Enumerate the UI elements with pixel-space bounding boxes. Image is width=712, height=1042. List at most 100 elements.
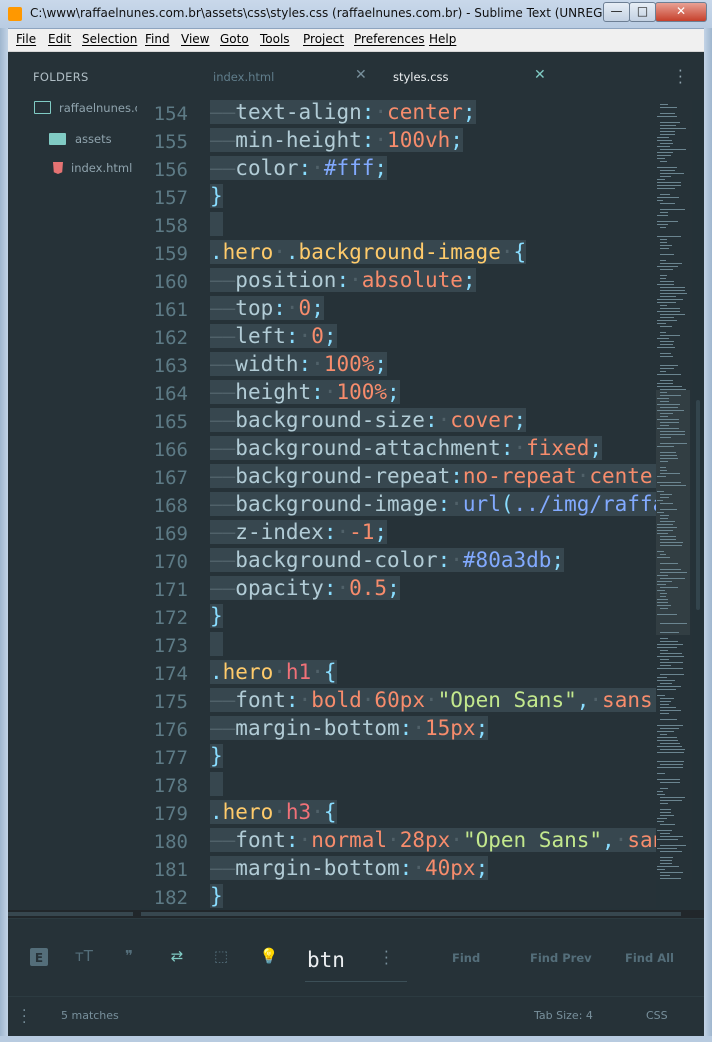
minimap-line <box>660 659 669 660</box>
minimap-line <box>657 419 679 420</box>
minimap-line <box>660 623 687 624</box>
maximize-button[interactable]: □ <box>629 2 656 22</box>
find-input[interactable] <box>305 939 407 982</box>
sidebar-scroll-thumb[interactable] <box>8 912 133 916</box>
minimap-line <box>660 194 670 195</box>
vertical-scrollbar[interactable] <box>692 100 704 910</box>
minimap-line <box>657 644 683 645</box>
minimap-line <box>660 875 670 876</box>
sidebar: FOLDERS ‹ › raffaelnunes.com.br assets i… <box>8 52 183 912</box>
menu-file[interactable]: File <box>16 32 36 46</box>
minimap-line <box>657 737 677 738</box>
minimap-line <box>660 212 668 213</box>
more-options-icon[interactable]: · · · <box>678 64 683 91</box>
minimap-line <box>660 641 678 642</box>
minimap-line <box>660 473 680 474</box>
menu-selection[interactable]: Selection <box>82 32 137 46</box>
find-all-button[interactable]: Find All <box>625 951 674 965</box>
whole-word-toggle[interactable]: ❞ <box>119 947 139 967</box>
menu-edit[interactable]: Edit <box>48 32 71 46</box>
minimap-line <box>657 866 679 867</box>
minimap-line <box>657 605 671 606</box>
minimap-line <box>657 830 672 831</box>
close-tab-icon[interactable]: ✕ <box>355 67 367 83</box>
line-number: 172 <box>153 607 188 629</box>
minimap-line <box>657 731 674 732</box>
minimap-line <box>660 764 683 765</box>
in-selection-toggle[interactable]: ⬚ <box>211 947 231 967</box>
match-count: 5 matches <box>61 1009 119 1022</box>
minimap-line <box>660 368 674 369</box>
wrap-toggle[interactable]: ⇄ <box>167 947 187 967</box>
highlight-matches-toggle[interactable]: 💡 <box>259 947 279 967</box>
find-prev-button[interactable]: Find Prev <box>530 951 592 965</box>
code-line: ——height:·100%; <box>210 380 400 404</box>
minimap-line <box>660 674 684 675</box>
code-line: ——background-color:·#80a3db; <box>210 548 565 572</box>
folder-icon <box>49 133 66 145</box>
menu-find[interactable]: Find <box>145 32 170 46</box>
minimap-line <box>657 818 667 819</box>
minimap-line <box>657 647 677 648</box>
minimap-line <box>660 863 672 864</box>
menu-tools[interactable]: Tools <box>260 32 290 46</box>
minimap-line <box>657 779 680 780</box>
minimize-button[interactable]: — <box>603 2 630 22</box>
code-line: ——text-align:·center; <box>210 100 476 124</box>
horizontal-scrollbar[interactable] <box>8 910 704 918</box>
line-number: 177 <box>153 747 188 769</box>
line-number: 154 <box>153 103 188 125</box>
minimap-line <box>660 239 667 240</box>
line-number: 176 <box>153 719 188 741</box>
code-line: .hero·h1·{ <box>210 660 337 684</box>
minimap-line <box>660 326 672 327</box>
minimap-line <box>660 803 668 804</box>
minimap-line <box>657 512 664 513</box>
editor-scroll-thumb[interactable] <box>141 912 681 916</box>
minimap-line <box>660 242 667 243</box>
minimap-line <box>657 167 677 168</box>
minimap[interactable] <box>656 100 692 880</box>
code-line: ——background-size:·cover; <box>210 408 527 432</box>
minimap-line <box>660 632 679 633</box>
line-number: 179 <box>153 803 188 825</box>
minimap-line <box>660 176 671 177</box>
find-button[interactable]: Find <box>452 951 480 965</box>
minimap-line <box>657 188 675 189</box>
minimap-line <box>660 425 669 426</box>
minimap-line <box>660 857 673 858</box>
minimap-line <box>660 797 685 798</box>
minimap-line <box>657 398 669 399</box>
code-line: ——position:·absolute; <box>210 268 476 292</box>
line-number: 161 <box>153 299 188 321</box>
more-options-icon[interactable]: · · · <box>384 945 389 972</box>
minimap-line <box>660 545 682 546</box>
menu-goto[interactable]: Goto <box>220 32 249 46</box>
minimap-line <box>660 305 667 306</box>
minimap-line <box>657 152 673 153</box>
syntax-label[interactable]: CSS <box>646 1009 668 1022</box>
minimap-line <box>657 428 679 429</box>
code-line: ——left:·0; <box>210 324 337 348</box>
status-bar: · · · 5 matches Tab Size: 4 CSS <box>8 996 704 1037</box>
sidebar-item-label: raffaelnunes.com.br <box>59 101 137 115</box>
code-editor[interactable]: 154 155 156 157 158 159 160 161 162 163 … <box>141 100 656 908</box>
minimap-line <box>660 536 676 537</box>
minimap-line <box>657 116 677 117</box>
close-tab-icon[interactable]: ✕ <box>534 67 546 83</box>
minimap-line <box>657 137 669 138</box>
menu-help[interactable]: Help <box>429 32 456 46</box>
menu-project[interactable]: Project <box>303 32 344 46</box>
case-sensitive-toggle[interactable]: ᴛT <box>74 947 94 967</box>
minimap-line <box>660 749 685 750</box>
menu-preferences[interactable]: Preferences <box>354 32 425 46</box>
close-window-button[interactable]: ✕ <box>655 2 707 22</box>
minimap-line <box>657 794 665 795</box>
regex-toggle[interactable]: E <box>30 948 48 966</box>
scrollbar-thumb[interactable] <box>696 400 700 610</box>
code-line: ——margin-bottom:·40px; <box>210 856 489 880</box>
minimap-line <box>660 638 668 639</box>
status-menu-icon[interactable]: · · · <box>22 1004 26 1030</box>
tab-size[interactable]: Tab Size: 4 <box>534 1009 593 1022</box>
menu-view[interactable]: View <box>181 32 209 46</box>
